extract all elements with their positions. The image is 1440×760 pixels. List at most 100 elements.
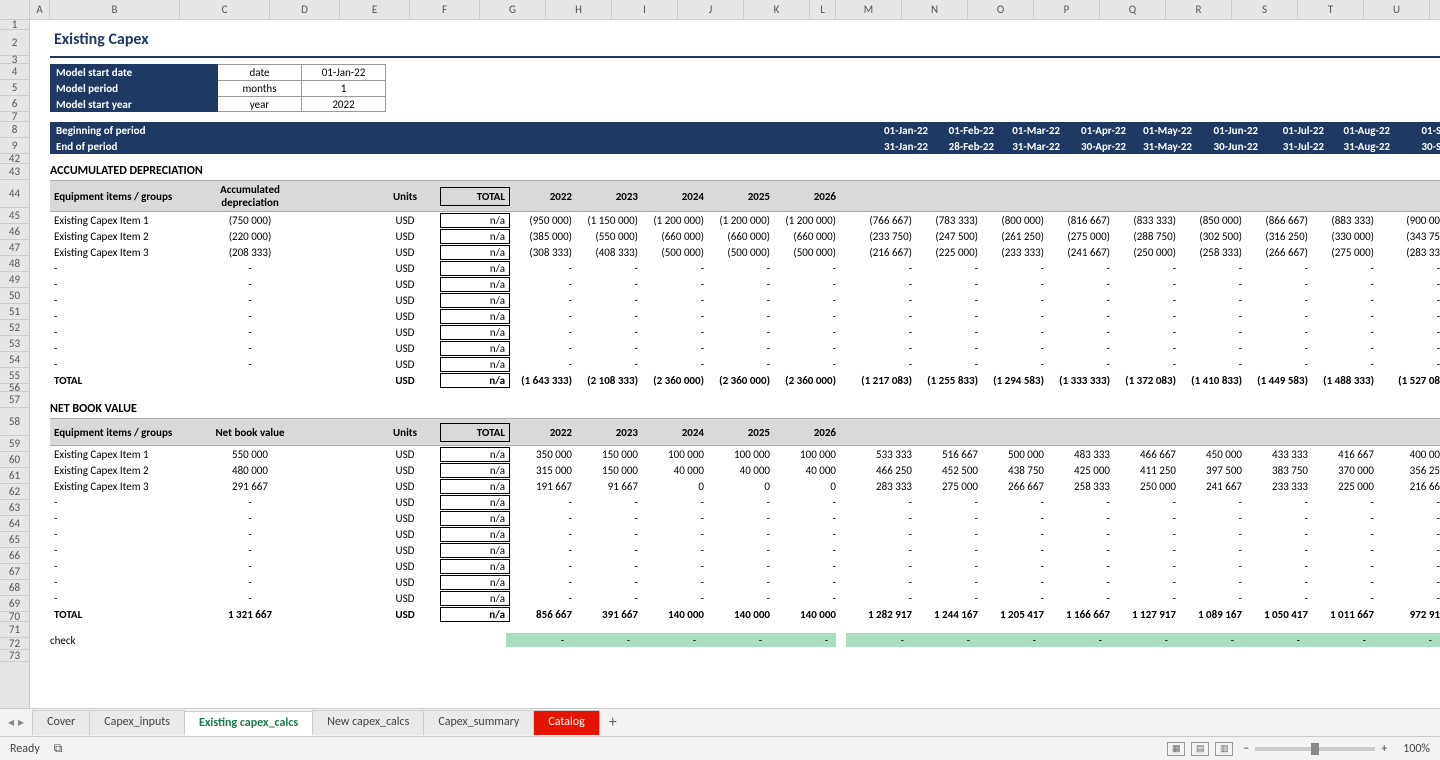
zoom-level: 100% [1403,742,1430,756]
period-date: 01-Jul-22 [1262,124,1328,137]
tab-nav-first-icon[interactable]: ◂ [8,715,14,730]
row-header-66[interactable]: 66 [0,548,29,564]
spreadsheet-app: ABCDEFGHIJKLMNOPQRSTU 123456789424344454… [0,0,1440,760]
check-cell: - [1044,633,1110,647]
row-header-68[interactable]: 68 [0,580,29,596]
view-normal-icon[interactable]: ▦ [1167,742,1185,756]
grid-area[interactable]: Existing Capex Model start datedate01-Ja… [30,20,1440,708]
row-header-43[interactable]: 43 [0,164,29,180]
col-header-S[interactable]: S [1232,0,1298,19]
period-date: 01-Jun-22 [1196,124,1262,137]
row-header-44[interactable]: 44 [0,180,29,208]
row-header-45[interactable]: 45 [0,208,29,224]
tab-nav-last-icon[interactable]: ▸ [18,715,24,730]
col-header-K[interactable]: K [744,0,810,19]
col-header-G[interactable]: G [480,0,546,19]
col-header-R[interactable]: R [1166,0,1232,19]
row-header-49[interactable]: 49 [0,272,29,288]
check-cell: - [1110,633,1176,647]
row-header-60[interactable]: 60 [0,452,29,468]
row-header-48[interactable]: 48 [0,256,29,272]
row-header-1[interactable]: 1 [0,20,29,30]
col-header-F[interactable]: F [410,0,480,19]
period-date: 01-May-22 [1130,124,1196,137]
row-header-53[interactable]: 53 [0,336,29,352]
row-header-54[interactable]: 54 [0,352,29,368]
tab-cover[interactable]: Cover [32,710,90,735]
meta-label: Model start year [50,96,218,112]
row-header-63[interactable]: 63 [0,500,29,516]
row-header-70[interactable]: 70 [0,612,29,622]
check-cell: - [846,633,912,647]
row-header-61[interactable]: 61 [0,468,29,484]
zoom-control: − + 100% [1243,742,1430,756]
zoom-in-button[interactable]: + [1381,742,1387,756]
row-header-71[interactable]: 71 [0,622,29,638]
col-header-T[interactable]: T [1298,0,1364,19]
tab-capex-inputs[interactable]: Capex_inputs [89,710,185,735]
zoom-slider[interactable] [1255,747,1375,751]
meta-label: Model period [50,80,218,96]
col-header-E[interactable]: E [340,0,410,19]
row-header-65[interactable]: 65 [0,532,29,548]
view-page-break-icon[interactable]: ▥ [1215,742,1233,756]
col-header-P[interactable]: P [1034,0,1100,19]
row-header-4[interactable]: 4 [0,64,29,80]
view-page-layout-icon[interactable]: ▤ [1191,742,1209,756]
col-header-A[interactable]: A [30,0,50,19]
row-header-57[interactable]: 57 [0,392,29,408]
row-header-52[interactable]: 52 [0,320,29,336]
row-header-58[interactable]: 58 [0,408,29,436]
table-row: Existing Capex Item 2(220 000)USDn/a(385… [50,228,1440,244]
row-header-51[interactable]: 51 [0,304,29,320]
col-header-O[interactable]: O [968,0,1034,19]
col-header-N[interactable]: N [902,0,968,19]
col-header-Q[interactable]: Q [1100,0,1166,19]
table-total-row: TOTALUSDn/a(1 643 333)(2 108 333)(2 360 … [50,372,1440,388]
col-header-C[interactable]: C [180,0,270,19]
row-header-47[interactable]: 47 [0,240,29,256]
select-all-corner[interactable] [0,0,30,19]
meta-unit: year [218,96,302,112]
section-title-nbv: NET BOOK VALUE [50,402,1440,416]
row-header-42[interactable]: 42 [0,154,29,164]
row-header-5[interactable]: 5 [0,80,29,96]
row-header-67[interactable]: 67 [0,564,29,580]
row-header-8[interactable]: 8 [0,122,29,138]
tab-new-capex-calcs[interactable]: New capex_calcs [312,710,424,735]
row-header-73[interactable]: 73 [0,650,29,662]
row-header-46[interactable]: 46 [0,224,29,240]
col-header-H[interactable]: H [546,0,612,19]
col-header-M[interactable]: M [836,0,902,19]
tab-catalog[interactable]: Catalog [533,710,599,735]
row-header-50[interactable]: 50 [0,288,29,304]
col-header-U[interactable]: U [1364,0,1430,19]
row-header-56[interactable]: 56 [0,384,29,392]
row-header-3[interactable]: 3 [0,56,29,64]
tab-existing-capex-calcs[interactable]: Existing capex_calcs [184,711,313,736]
zoom-out-button[interactable]: − [1243,742,1249,756]
col-header-L[interactable]: L [810,0,836,19]
table-accum-depreciation: Equipment items / groupsAccumulated depr… [50,180,1440,388]
check-cell: - [1242,633,1308,647]
row-header-62[interactable]: 62 [0,484,29,500]
period-begin-dates: 01-Jan-2201-Feb-2201-Mar-2201-Apr-2201-M… [866,124,1440,137]
add-sheet-button[interactable]: + [599,713,627,732]
table-row: --USDn/a-------------- [50,558,1440,574]
period-end-dates: 31-Jan-2228-Feb-2231-Mar-2230-Apr-2231-M… [866,140,1440,153]
row-header-7[interactable]: 7 [0,112,29,122]
row-headers: 1234567894243444546474849505152535455565… [0,20,30,708]
macro-record-icon[interactable]: ⧉ [54,742,63,756]
col-header-I[interactable]: I [612,0,678,19]
col-header-B[interactable]: B [50,0,180,19]
row-header-64[interactable]: 64 [0,516,29,532]
table-row: --USDn/a-------------- [50,324,1440,340]
col-header-J[interactable]: J [678,0,744,19]
check-cell: - [1308,633,1374,647]
check-cell: - [572,633,638,647]
status-bar: Ready ⧉ ▦ ▤ ▥ − + 100% [0,736,1440,760]
meta-unit: months [218,80,302,96]
row-header-59[interactable]: 59 [0,436,29,452]
col-header-D[interactable]: D [270,0,340,19]
tab-capex-summary[interactable]: Capex_summary [423,710,534,735]
